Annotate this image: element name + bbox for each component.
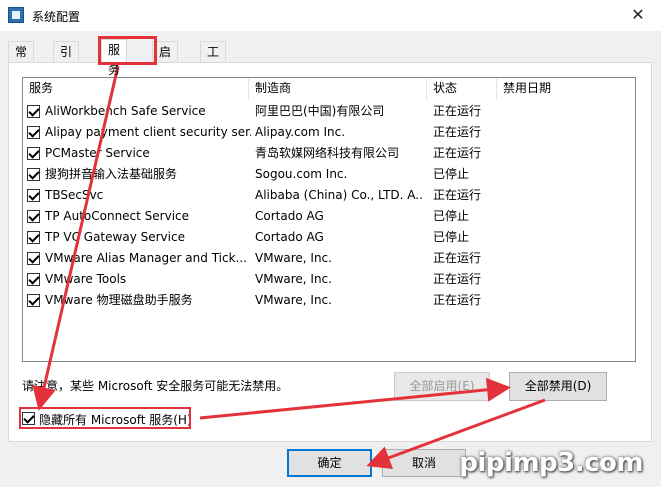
service-manufacturer: VMware, Inc. xyxy=(255,272,332,286)
service-checkbox[interactable] xyxy=(27,210,40,223)
title-bar: 系统配置 ✕ xyxy=(0,0,661,31)
site-watermark: pipimp3.com xyxy=(459,448,643,478)
service-checkbox[interactable] xyxy=(27,189,40,202)
service-manufacturer: Sogou.com Inc. xyxy=(255,167,348,181)
tab-services[interactable]: 服务 xyxy=(101,39,128,77)
service-checkbox[interactable] xyxy=(27,252,40,265)
list-header: 服务 制造商 状态 禁用日期 xyxy=(23,78,635,100)
service-status: 已停止 xyxy=(433,209,470,223)
table-row[interactable]: VMware 物理磁盘助手服务 VMware, Inc. 正在运行 xyxy=(23,290,635,311)
service-manufacturer: Cortado AG xyxy=(255,209,324,223)
disable-all-button[interactable]: 全部禁用(D) xyxy=(509,372,607,401)
enable-all-button[interactable]: 全部启用(E) xyxy=(394,372,490,401)
msconfig-app-icon xyxy=(8,7,24,23)
services-list[interactable]: 服务 制造商 状态 禁用日期 AliWorkbench Safe Service… xyxy=(22,77,636,362)
service-name: TBSecSvc xyxy=(45,188,104,202)
window-title: 系统配置 xyxy=(32,10,81,24)
service-manufacturer: 青岛软媒网络科技有限公司 xyxy=(255,146,400,160)
service-status: 正在运行 xyxy=(433,272,482,286)
table-row[interactable]: TBSecSvc Alibaba (China) Co., LTD. A... … xyxy=(23,185,635,206)
hide-microsoft-services-checkbox[interactable] xyxy=(22,412,35,425)
microsoft-services-notice: 请注意，某些 Microsoft 安全服务可能无法禁用。 xyxy=(22,379,289,393)
table-row[interactable]: PCMaster Service 青岛软媒网络科技有限公司 正在运行 xyxy=(23,143,635,164)
service-status: 正在运行 xyxy=(433,146,482,160)
column-header-service[interactable]: 服务 xyxy=(23,78,249,100)
table-row[interactable]: VMware Tools VMware, Inc. 正在运行 xyxy=(23,269,635,290)
table-row[interactable]: TP AutoConnect Service Cortado AG 已停止 xyxy=(23,206,635,227)
service-status: 已停止 xyxy=(433,167,470,181)
service-name: VMware 物理磁盘助手服务 xyxy=(45,293,193,307)
service-status: 正在运行 xyxy=(433,251,482,265)
service-manufacturer: 阿里巴巴(中国)有限公司 xyxy=(255,104,385,118)
service-name: TP AutoConnect Service xyxy=(45,209,190,223)
service-checkbox[interactable] xyxy=(27,105,40,118)
hide-microsoft-services-label[interactable]: 隐藏所有 Microsoft 服务(H) xyxy=(39,411,192,428)
table-row[interactable]: VMware Alias Manager and Tick... VMware,… xyxy=(23,248,635,269)
service-manufacturer: VMware, Inc. xyxy=(255,293,332,307)
service-name: TP VC Gateway Service xyxy=(45,230,185,244)
cancel-button[interactable]: 取消 xyxy=(382,449,466,477)
tab-general[interactable]: 常规 xyxy=(8,41,35,79)
service-checkbox[interactable] xyxy=(27,231,40,244)
service-status: 已停止 xyxy=(433,230,470,244)
service-name: Alipay payment client security ser... xyxy=(45,125,251,139)
ok-button[interactable]: 确定 xyxy=(287,449,372,477)
tab-tools[interactable]: 工具 xyxy=(200,41,227,79)
service-checkbox[interactable] xyxy=(27,126,40,139)
service-name: 搜狗拼音输入法基础服务 xyxy=(45,167,178,181)
service-checkbox[interactable] xyxy=(27,273,40,286)
close-button[interactable]: ✕ xyxy=(615,0,661,31)
service-manufacturer: Cortado AG xyxy=(255,230,324,244)
column-header-status[interactable]: 状态 xyxy=(427,78,497,100)
service-name: VMware Alias Manager and Tick... xyxy=(45,251,247,265)
column-header-manufacturer[interactable]: 制造商 xyxy=(249,78,427,100)
service-manufacturer: Alibaba (China) Co., LTD. A... xyxy=(255,188,423,202)
service-name: AliWorkbench Safe Service xyxy=(45,104,206,118)
service-name: VMware Tools xyxy=(45,272,127,286)
table-row[interactable]: TP VC Gateway Service Cortado AG 已停止 xyxy=(23,227,635,248)
tab-boot[interactable]: 引导 xyxy=(53,41,80,79)
column-header-disabled-date[interactable]: 禁用日期 xyxy=(497,78,635,100)
tab-startup[interactable]: 启动 xyxy=(152,41,179,79)
service-status: 正在运行 xyxy=(433,188,482,202)
service-name: PCMaster Service xyxy=(45,146,150,160)
service-status: 正在运行 xyxy=(433,125,482,139)
service-checkbox[interactable] xyxy=(27,294,40,307)
table-row[interactable]: Alipay payment client security ser... Al… xyxy=(23,122,635,143)
service-status: 正在运行 xyxy=(433,104,482,118)
service-manufacturer: VMware, Inc. xyxy=(255,251,332,265)
service-checkbox[interactable] xyxy=(27,147,40,160)
service-checkbox[interactable] xyxy=(27,168,40,181)
table-row[interactable]: 搜狗拼音输入法基础服务 Sogou.com Inc. 已停止 xyxy=(23,164,635,185)
service-status: 正在运行 xyxy=(433,293,482,307)
table-row[interactable]: AliWorkbench Safe Service 阿里巴巴(中国)有限公司 正… xyxy=(23,101,635,122)
service-manufacturer: Alipay.com Inc. xyxy=(255,125,346,139)
